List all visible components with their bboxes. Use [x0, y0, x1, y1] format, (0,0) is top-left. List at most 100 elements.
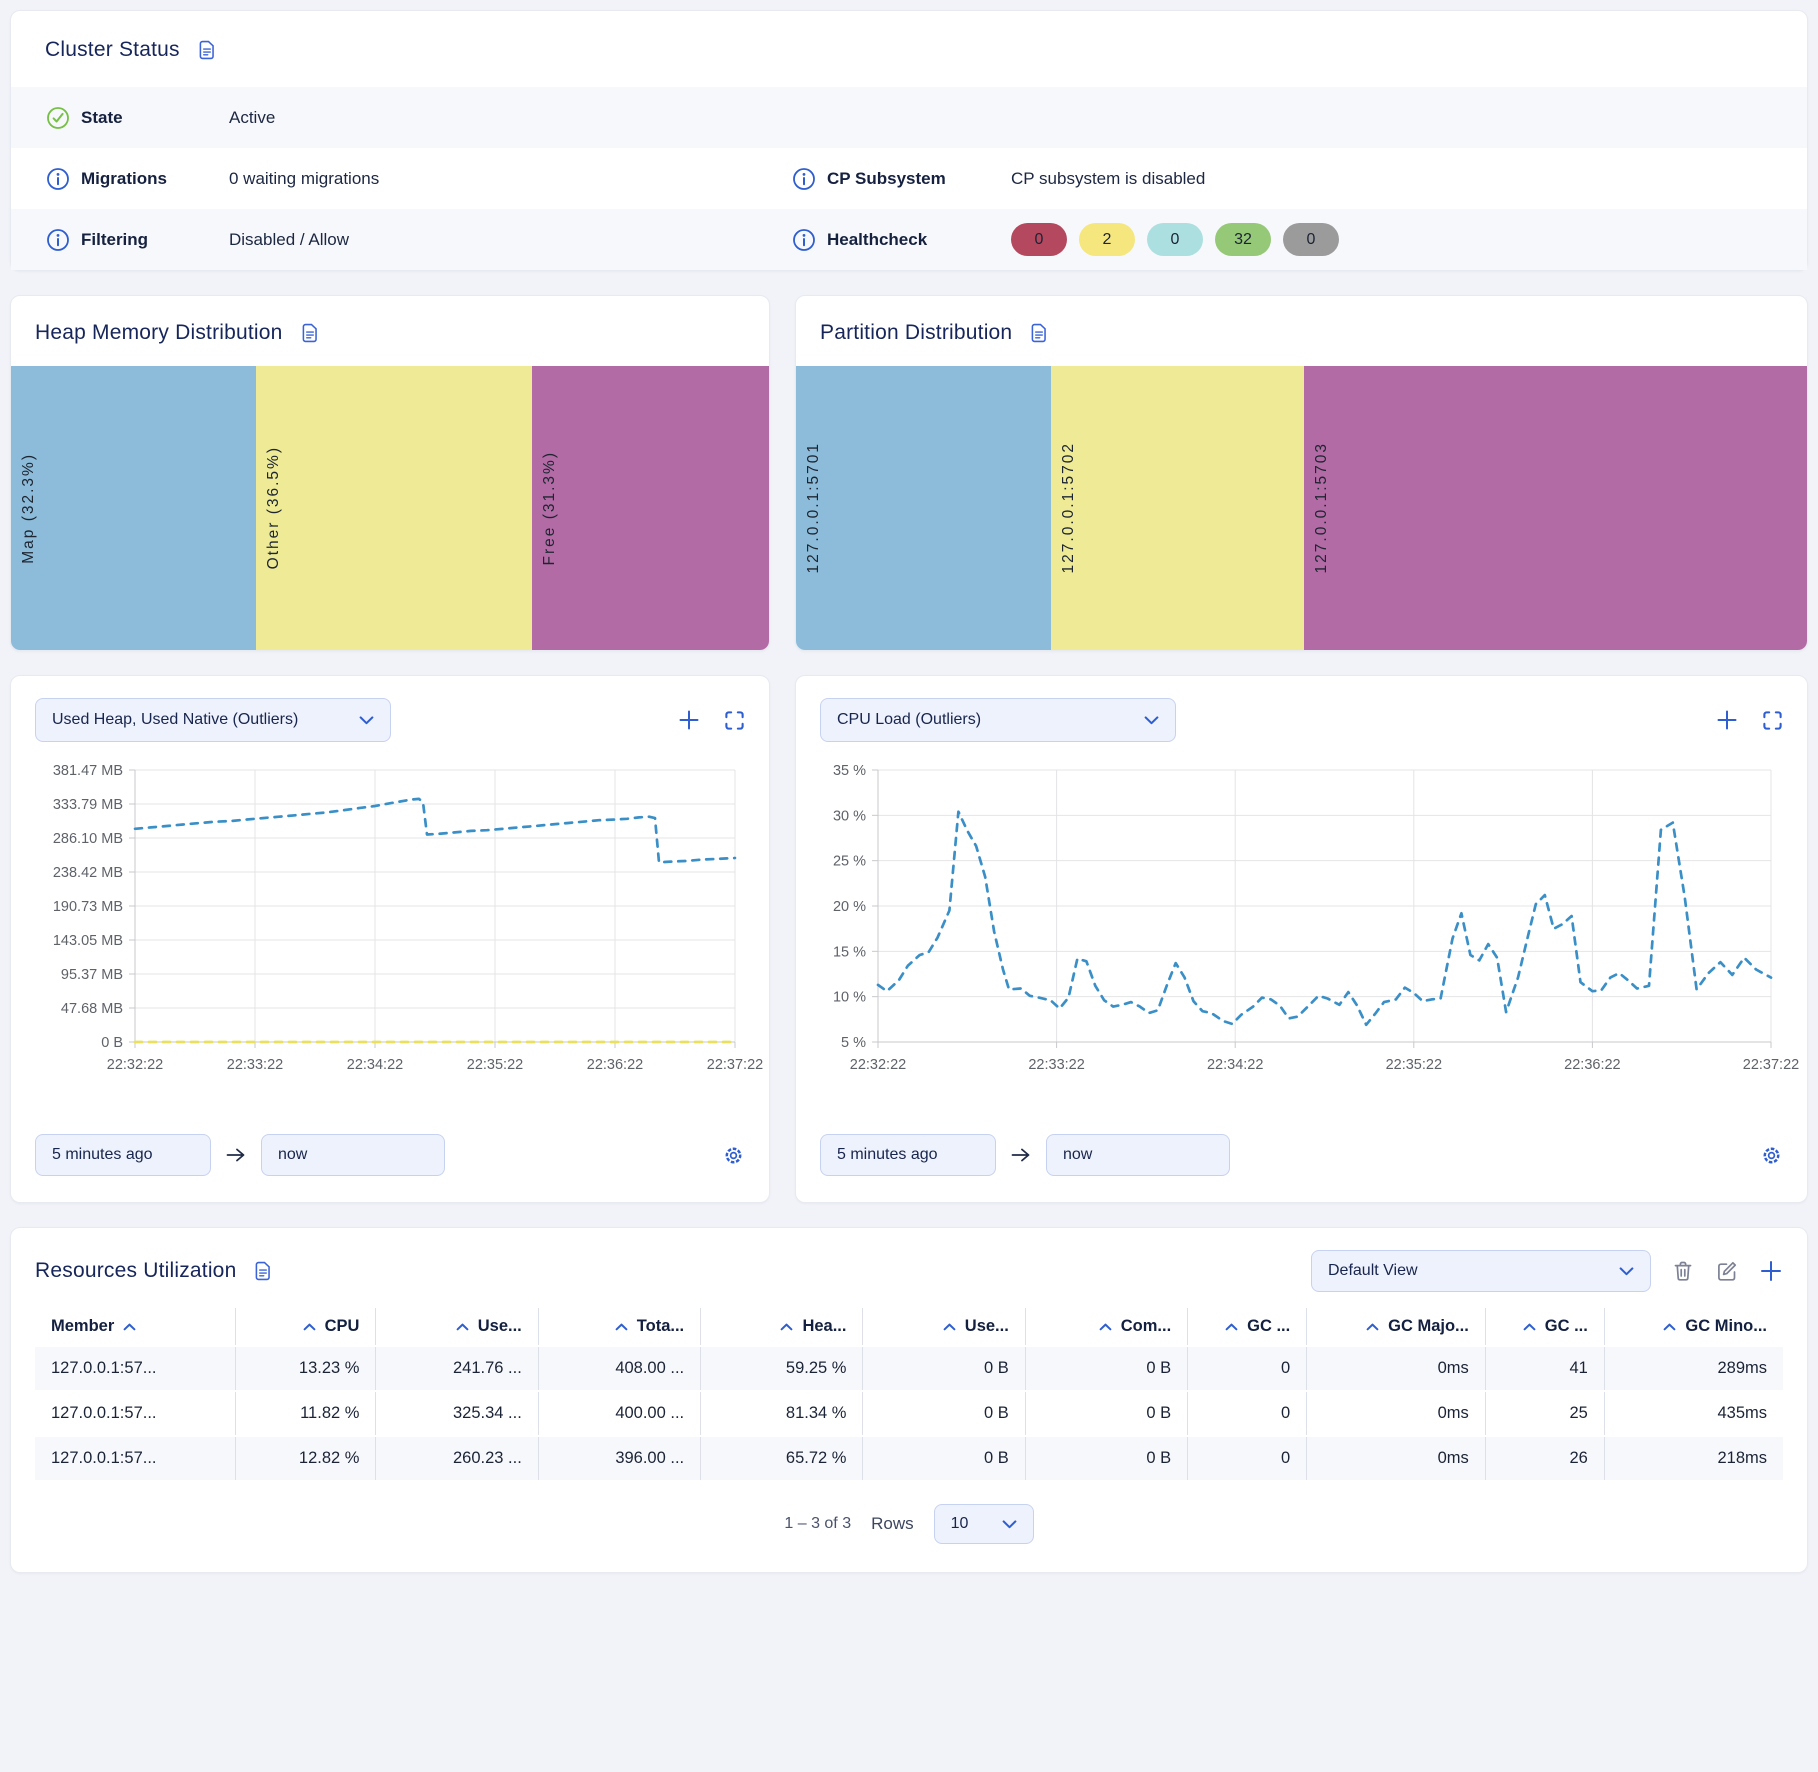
column-header-gc-7[interactable]: GC ... — [1188, 1308, 1307, 1346]
healthcheck-badges: 020320 — [1011, 223, 1339, 256]
docs-icon[interactable] — [252, 1260, 274, 1282]
table-cell: 127.0.0.1:57... — [35, 1436, 235, 1480]
svg-text:35 %: 35 % — [833, 763, 866, 779]
view-selector[interactable]: Default View — [1311, 1250, 1651, 1292]
sort-caret-icon — [1366, 1323, 1379, 1331]
svg-text:333.79 MB: 333.79 MB — [53, 797, 123, 813]
pagination-range: 1 – 3 of 3 — [784, 1515, 851, 1533]
column-header-member-0[interactable]: Member — [35, 1308, 235, 1346]
check-circle-icon — [45, 105, 71, 131]
table-cell: 25 — [1485, 1391, 1604, 1436]
partition-distribution-panel: Partition Distribution 127.0.0.1:5701127… — [795, 295, 1808, 651]
svg-text:22:35:22: 22:35:22 — [467, 1057, 523, 1073]
table-cell: 396.00 ... — [538, 1436, 700, 1480]
distribution-segment[interactable]: Free (31.3%) — [532, 366, 769, 650]
distribution-segment[interactable]: Map (32.3%) — [11, 366, 256, 650]
rows-per-page-selector[interactable]: 10 — [934, 1504, 1034, 1544]
sort-caret-icon — [123, 1323, 136, 1331]
metric-selector[interactable]: CPU Load (Outliers) — [820, 698, 1176, 742]
svg-text:238.42 MB: 238.42 MB — [53, 865, 123, 881]
cpu-load-line-chart[interactable]: 22:32:2222:33:2222:34:2222:35:2222:36:22… — [822, 758, 1783, 1078]
table-cell: 59.25 % — [701, 1346, 863, 1391]
column-header-tota-3[interactable]: Tota... — [538, 1308, 700, 1346]
heap-distribution-bar: Map (32.3%) Other (36.5%) Free (31.3%) — [11, 366, 769, 650]
docs-icon[interactable] — [196, 39, 218, 61]
time-range-from-input[interactable]: 5 minutes ago — [820, 1134, 996, 1176]
edit-view-button[interactable] — [1715, 1259, 1739, 1283]
fullscreen-icon[interactable] — [724, 710, 745, 731]
add-view-button[interactable] — [1759, 1259, 1783, 1283]
table-pagination: 1 – 3 of 3 Rows 10 — [11, 1480, 1807, 1572]
column-header-use-2[interactable]: Use... — [376, 1308, 538, 1346]
gear-icon[interactable] — [1760, 1144, 1783, 1167]
column-header-label: Com... — [1121, 1317, 1171, 1336]
info-icon[interactable] — [791, 166, 817, 192]
table-cell: 0 B — [863, 1391, 1025, 1436]
table-row[interactable]: 127.0.0.1:57...12.82 %260.23 ...396.00 .… — [35, 1436, 1783, 1480]
time-range-from-input[interactable]: 5 minutes ago — [35, 1134, 211, 1176]
svg-text:22:33:22: 22:33:22 — [1028, 1057, 1084, 1073]
distribution-segment[interactable]: 127.0.0.1:5703 — [1304, 366, 1807, 650]
svg-text:143.05 MB: 143.05 MB — [53, 933, 123, 949]
table-cell: 0 B — [863, 1436, 1025, 1480]
table-cell: 325.34 ... — [376, 1391, 538, 1436]
table-header-row: Member CPU Use... Tota... Hea... Use... … — [35, 1308, 1783, 1346]
column-header-com-6[interactable]: Com... — [1025, 1308, 1187, 1346]
table-cell: 0ms — [1307, 1436, 1486, 1480]
time-range-to-input[interactable]: now — [1046, 1134, 1230, 1176]
table-cell: 127.0.0.1:57... — [35, 1391, 235, 1436]
svg-text:22:34:22: 22:34:22 — [1207, 1057, 1263, 1073]
rows-per-page-value: 10 — [951, 1515, 969, 1533]
svg-text:190.73 MB: 190.73 MB — [53, 899, 123, 915]
gear-icon[interactable] — [722, 1144, 745, 1167]
column-header-gc-9[interactable]: GC ... — [1485, 1308, 1604, 1346]
resources-utilization-panel: Resources Utilization Default View — [10, 1227, 1808, 1573]
column-header-hea-4[interactable]: Hea... — [701, 1308, 863, 1346]
segment-label: Other (36.5%) — [265, 446, 283, 569]
column-header-gcmino-10[interactable]: GC Mino... — [1604, 1308, 1783, 1346]
time-range-to-value: now — [1063, 1146, 1092, 1164]
add-chart-button[interactable] — [1716, 709, 1738, 731]
chevron-down-icon — [1002, 1520, 1017, 1529]
svg-text:22:32:22: 22:32:22 — [107, 1057, 163, 1073]
metric-selector-value: CPU Load (Outliers) — [837, 711, 981, 729]
column-header-cpu-1[interactable]: CPU — [235, 1308, 376, 1346]
svg-text:22:37:22: 22:37:22 — [707, 1057, 763, 1073]
table-row[interactable]: 127.0.0.1:57...11.82 %325.34 ...400.00 .… — [35, 1391, 1783, 1436]
column-header-label: GC Majo... — [1388, 1317, 1469, 1336]
add-chart-button[interactable] — [678, 709, 700, 731]
svg-text:22:32:22: 22:32:22 — [850, 1057, 906, 1073]
time-range-from-value: 5 minutes ago — [837, 1146, 938, 1164]
table-cell: 260.23 ... — [376, 1436, 538, 1480]
column-header-gcmajo-8[interactable]: GC Majo... — [1307, 1308, 1486, 1346]
svg-text:10 %: 10 % — [833, 990, 866, 1006]
info-icon[interactable] — [791, 227, 817, 253]
table-row[interactable]: 127.0.0.1:57...13.23 %241.76 ...408.00 .… — [35, 1346, 1783, 1391]
column-header-label: Member — [51, 1317, 114, 1336]
docs-icon[interactable] — [1028, 322, 1050, 344]
docs-icon[interactable] — [299, 322, 321, 344]
heap-native-line-chart[interactable]: 22:32:2222:33:2222:34:2222:35:2222:36:22… — [37, 758, 745, 1078]
segment-label: 127.0.0.1:5701 — [805, 442, 823, 573]
partition-distribution-bar: 127.0.0.1:5701 127.0.0.1:5702127.0.0.1:57… — [796, 366, 1807, 650]
svg-text:0 B: 0 B — [101, 1035, 123, 1051]
time-range-to-input[interactable]: now — [261, 1134, 445, 1176]
sort-caret-icon — [456, 1323, 469, 1331]
table-cell: 65.72 % — [701, 1436, 863, 1480]
table-cell: 218ms — [1604, 1436, 1783, 1480]
distribution-segment[interactable]: 127.0.0.1:5702 — [1051, 366, 1304, 650]
fullscreen-icon[interactable] — [1762, 710, 1783, 731]
table-cell: 12.82 % — [235, 1436, 376, 1480]
info-icon[interactable] — [45, 166, 71, 192]
column-header-label: CPU — [325, 1317, 360, 1336]
migrations-label: Migrations — [81, 169, 229, 189]
distribution-segment[interactable]: Other (36.5%) — [256, 366, 532, 650]
column-header-use-5[interactable]: Use... — [863, 1308, 1025, 1346]
info-icon[interactable] — [45, 227, 71, 253]
delete-view-button[interactable] — [1671, 1259, 1695, 1283]
arrow-right-icon — [1010, 1146, 1032, 1164]
table-cell: 81.34 % — [701, 1391, 863, 1436]
distribution-segment[interactable]: 127.0.0.1:5701 — [796, 366, 1051, 650]
metric-selector[interactable]: Used Heap, Used Native (Outliers) — [35, 698, 391, 742]
cluster-status-title: Cluster Status — [45, 38, 180, 62]
